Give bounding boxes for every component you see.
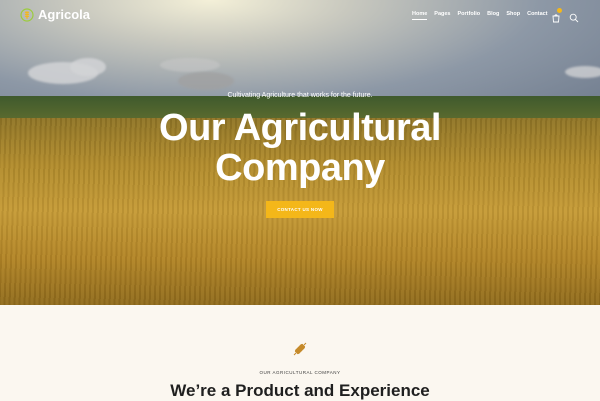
cloud [178,72,234,90]
about-title: We’re a Product and Experience [170,381,430,400]
hero-tagline: Cultivating Agriculture that works for t… [227,92,373,99]
main-menu: Home Pages Portfolio Blog Shop Contact [412,11,548,20]
wheat-leaf-logo-icon [20,7,34,22]
hero-headline: Our Agricultural Company [0,108,600,188]
nav-item-contact[interactable]: Contact [527,11,547,20]
cloud [160,58,220,72]
brand-logo[interactable]: Agricola [20,7,90,22]
brand-name: Agricola [38,7,91,22]
cloud [565,66,600,78]
search-button[interactable] [569,10,579,23]
cart-button[interactable] [551,8,562,23]
cart-badge [557,8,562,13]
nav-item-portfolio[interactable]: Portfolio [458,11,481,20]
nav-item-pages[interactable]: Pages [434,11,450,20]
search-icon [569,13,579,23]
hero-headline-line-1: Our Agricultural [159,107,441,149]
top-navigation: Agricola Home Pages Portfolio Blog Shop … [0,0,600,32]
nav-item-blog[interactable]: Blog [487,11,499,20]
nav-item-home[interactable]: Home [412,11,428,20]
hero-section: Agricola Home Pages Portfolio Blog Shop … [0,0,600,305]
about-eyebrow: OUR AGRICULTURAL COMPANY [259,370,341,375]
contact-us-button[interactable]: CONTACT US NOW [266,201,334,218]
cart-icon [552,14,560,23]
nav-item-shop[interactable]: Shop [506,11,520,20]
wheat-icon [293,342,307,356]
hero-headline-line-2: Company [215,147,385,189]
cloud [70,58,106,76]
